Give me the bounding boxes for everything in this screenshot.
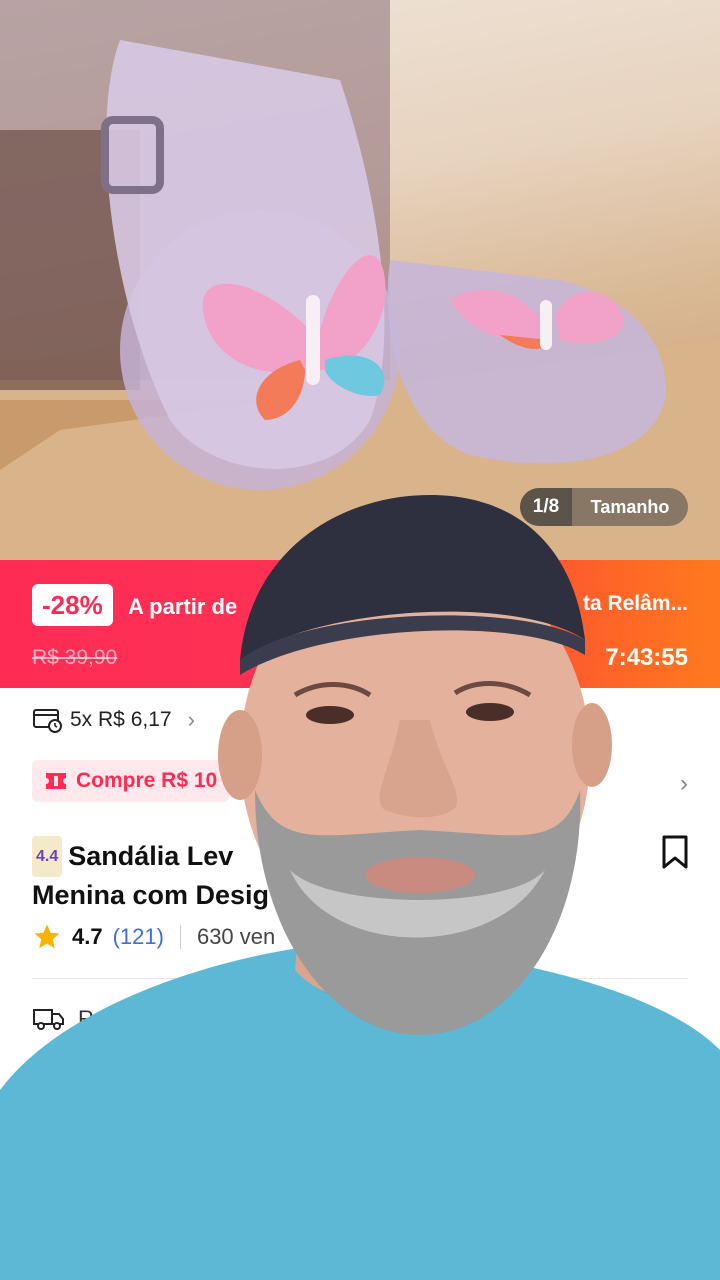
coupon-text: Compre R$ 10: [76, 769, 218, 792]
gallery-indicator[interactable]: 1/8 Tamanho: [520, 488, 688, 526]
divider: [179, 925, 181, 949]
gallery-counter: 1/8: [520, 488, 572, 526]
truck-icon: [33, 1009, 64, 1030]
installments-row[interactable]: 5x R$ 6,17 ›: [32, 704, 195, 736]
star-icon: [34, 924, 60, 949]
flash-sale-label: ta Relâm...: [582, 592, 688, 615]
size-button[interactable]: Tamanho: [572, 497, 688, 518]
countdown-timer: 7:43:55: [605, 644, 688, 671]
discount-badge: -28%: [32, 584, 113, 626]
score-badge: 4.4: [32, 836, 63, 877]
sandals-illustration: [0, 0, 720, 560]
title-line2: Menina com Desig: [32, 880, 270, 910]
chevron-right-icon[interactable]: ›: [680, 770, 688, 798]
product-title: 4.4 Sandália Lev nha Menina com Desig...: [32, 836, 632, 914]
section-divider: [32, 978, 688, 979]
coupon-icon: [46, 773, 66, 789]
shipping-text: Ro: [78, 1006, 107, 1031]
title-line2-end: ...: [469, 880, 492, 910]
chevron-right-icon: ›: [187, 707, 195, 732]
shipping-row[interactable]: Ro: [32, 1006, 106, 1032]
original-price: R$ 39,90: [32, 646, 118, 669]
title-line1-end: nha: [473, 841, 522, 871]
review-count[interactable]: (121): [113, 924, 164, 950]
rating-value: 4.7: [72, 924, 103, 949]
installments-text: 5x R$ 6,17: [70, 708, 172, 731]
title-line1: Sandália Lev: [68, 841, 234, 871]
card-installment-icon: [33, 709, 62, 733]
sold-count: 630 ven: [196, 924, 276, 949]
rating-row[interactable]: 4.7 (121) 630 ven: [32, 922, 275, 952]
from-price-label: A partir de: [128, 594, 238, 619]
bookmark-icon[interactable]: [660, 834, 690, 870]
coupon-chip[interactable]: Compre R$ 10: [32, 760, 230, 802]
product-image[interactable]: 1/8 Tamanho: [0, 0, 720, 560]
